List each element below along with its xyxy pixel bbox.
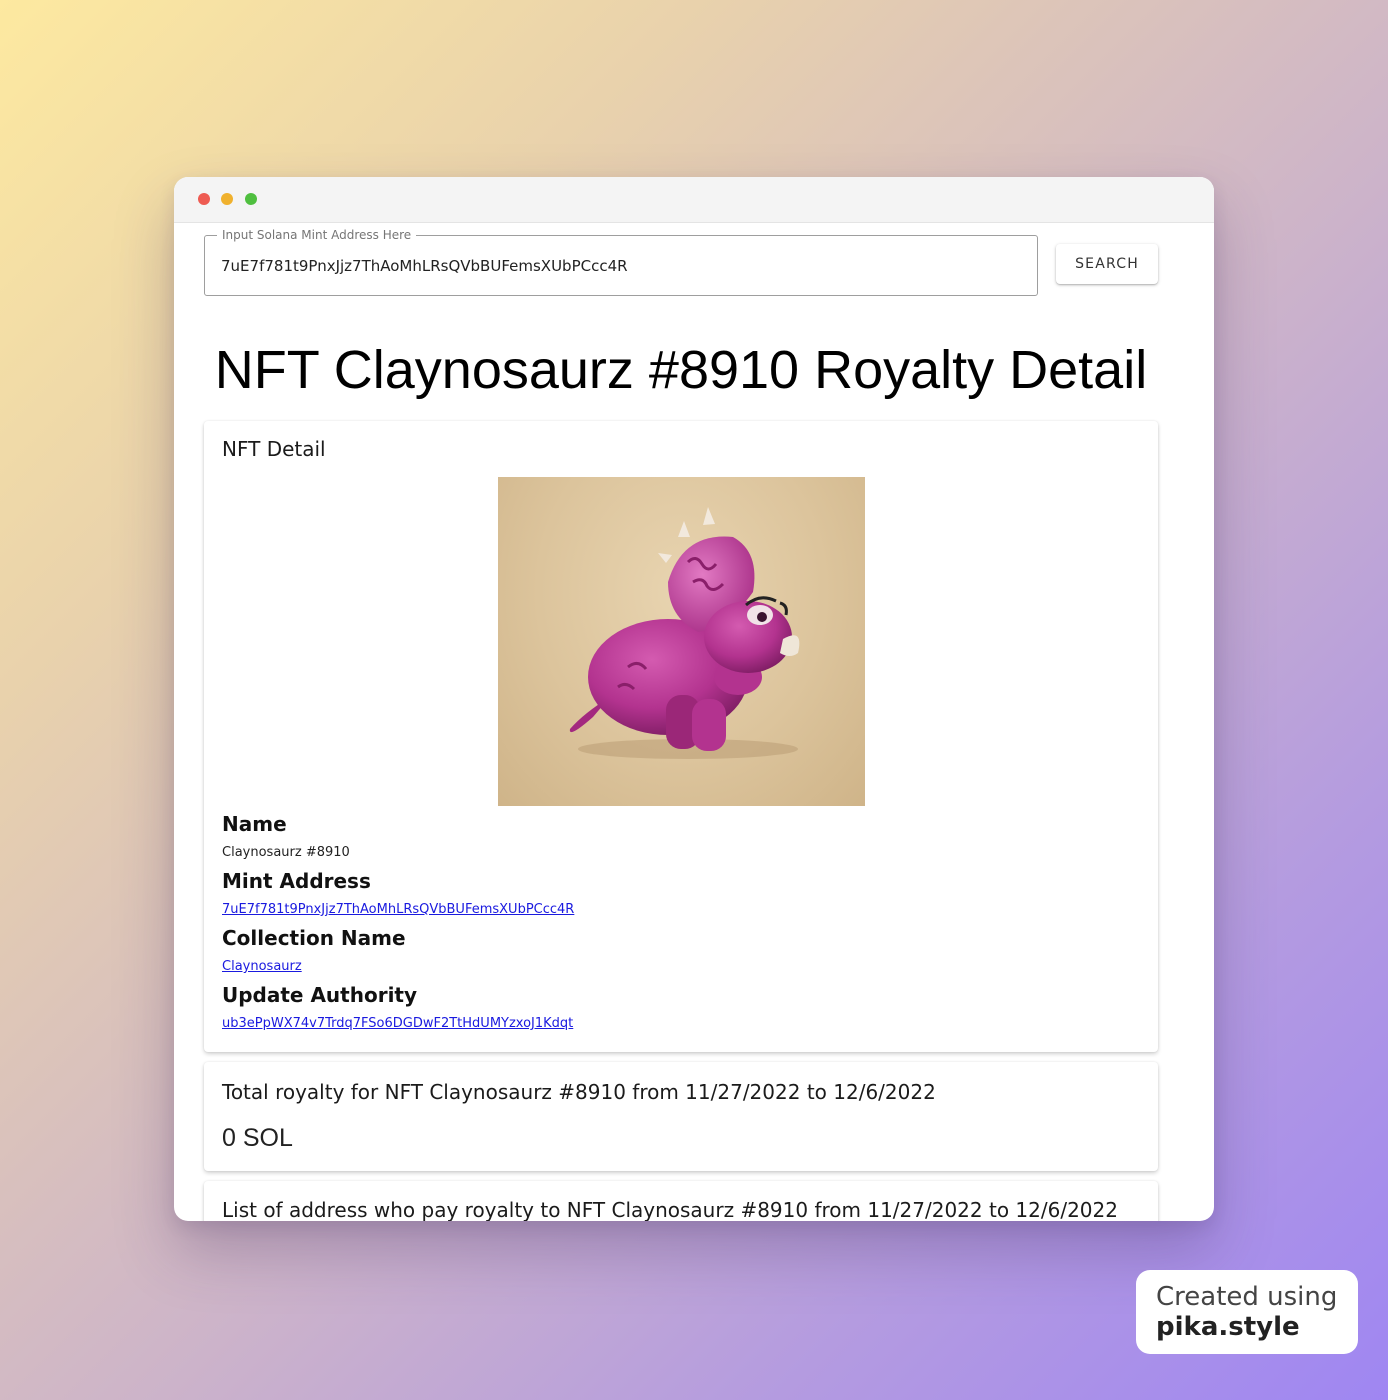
total-royalty-card: Total royalty for NFT Claynosaurz #8910 … xyxy=(204,1062,1158,1171)
total-royalty-value: 0 SOL xyxy=(222,1124,293,1152)
payer-list-card: List of address who pay royalty to NFT C… xyxy=(204,1181,1158,1221)
payer-list-heading: List of address who pay royalty to NFT C… xyxy=(222,1198,1118,1221)
triceratops-illustration xyxy=(569,507,800,759)
browser-window: Input Solana Mint Address Here SEARCH NF… xyxy=(174,177,1214,1221)
pika-style-badge: Created using pika.style xyxy=(1136,1270,1358,1354)
minimize-window-dot[interactable] xyxy=(221,193,233,205)
mint-address-field[interactable]: Input Solana Mint Address Here xyxy=(204,228,1038,296)
nft-detail-card: NFT Detail Name Claynosaurz #8910 Mint A… xyxy=(204,421,1158,1052)
mint-address-label: Input Solana Mint Address Here xyxy=(217,228,417,242)
mint-address-input[interactable] xyxy=(221,254,1011,278)
mint-address-link[interactable]: 7uE7f781t9PnxJjz7ThAoMhLRsQVbBUFemsXUbPC… xyxy=(222,902,574,917)
collection-name-label: Collection Name xyxy=(222,926,406,950)
name-value: Claynosaurz #8910 xyxy=(222,845,350,860)
page-content: Input Solana Mint Address Here SEARCH NF… xyxy=(174,223,1214,1221)
mint-address-heading: Mint Address xyxy=(222,869,371,893)
maximize-window-dot[interactable] xyxy=(245,193,257,205)
nft-image xyxy=(498,477,865,806)
close-window-dot[interactable] xyxy=(198,193,210,205)
nft-detail-heading: NFT Detail xyxy=(222,437,326,461)
window-titlebar xyxy=(174,177,1214,223)
search-button[interactable]: SEARCH xyxy=(1056,244,1158,284)
badge-brand-text: pika.style xyxy=(1156,1312,1300,1342)
badge-created-text: Created using xyxy=(1156,1282,1338,1312)
page-title: NFT Claynosaurz #8910 Royalty Detail xyxy=(214,340,1148,400)
name-label: Name xyxy=(222,812,287,836)
update-authority-link[interactable]: ub3ePpWX74v7Trdq7FSo6DGDwF2TtHdUMYzxoJ1K… xyxy=(222,1016,573,1031)
total-royalty-heading: Total royalty for NFT Claynosaurz #8910 … xyxy=(222,1080,936,1104)
update-authority-label: Update Authority xyxy=(222,983,418,1007)
collection-name-link[interactable]: Claynosaurz xyxy=(222,959,302,974)
